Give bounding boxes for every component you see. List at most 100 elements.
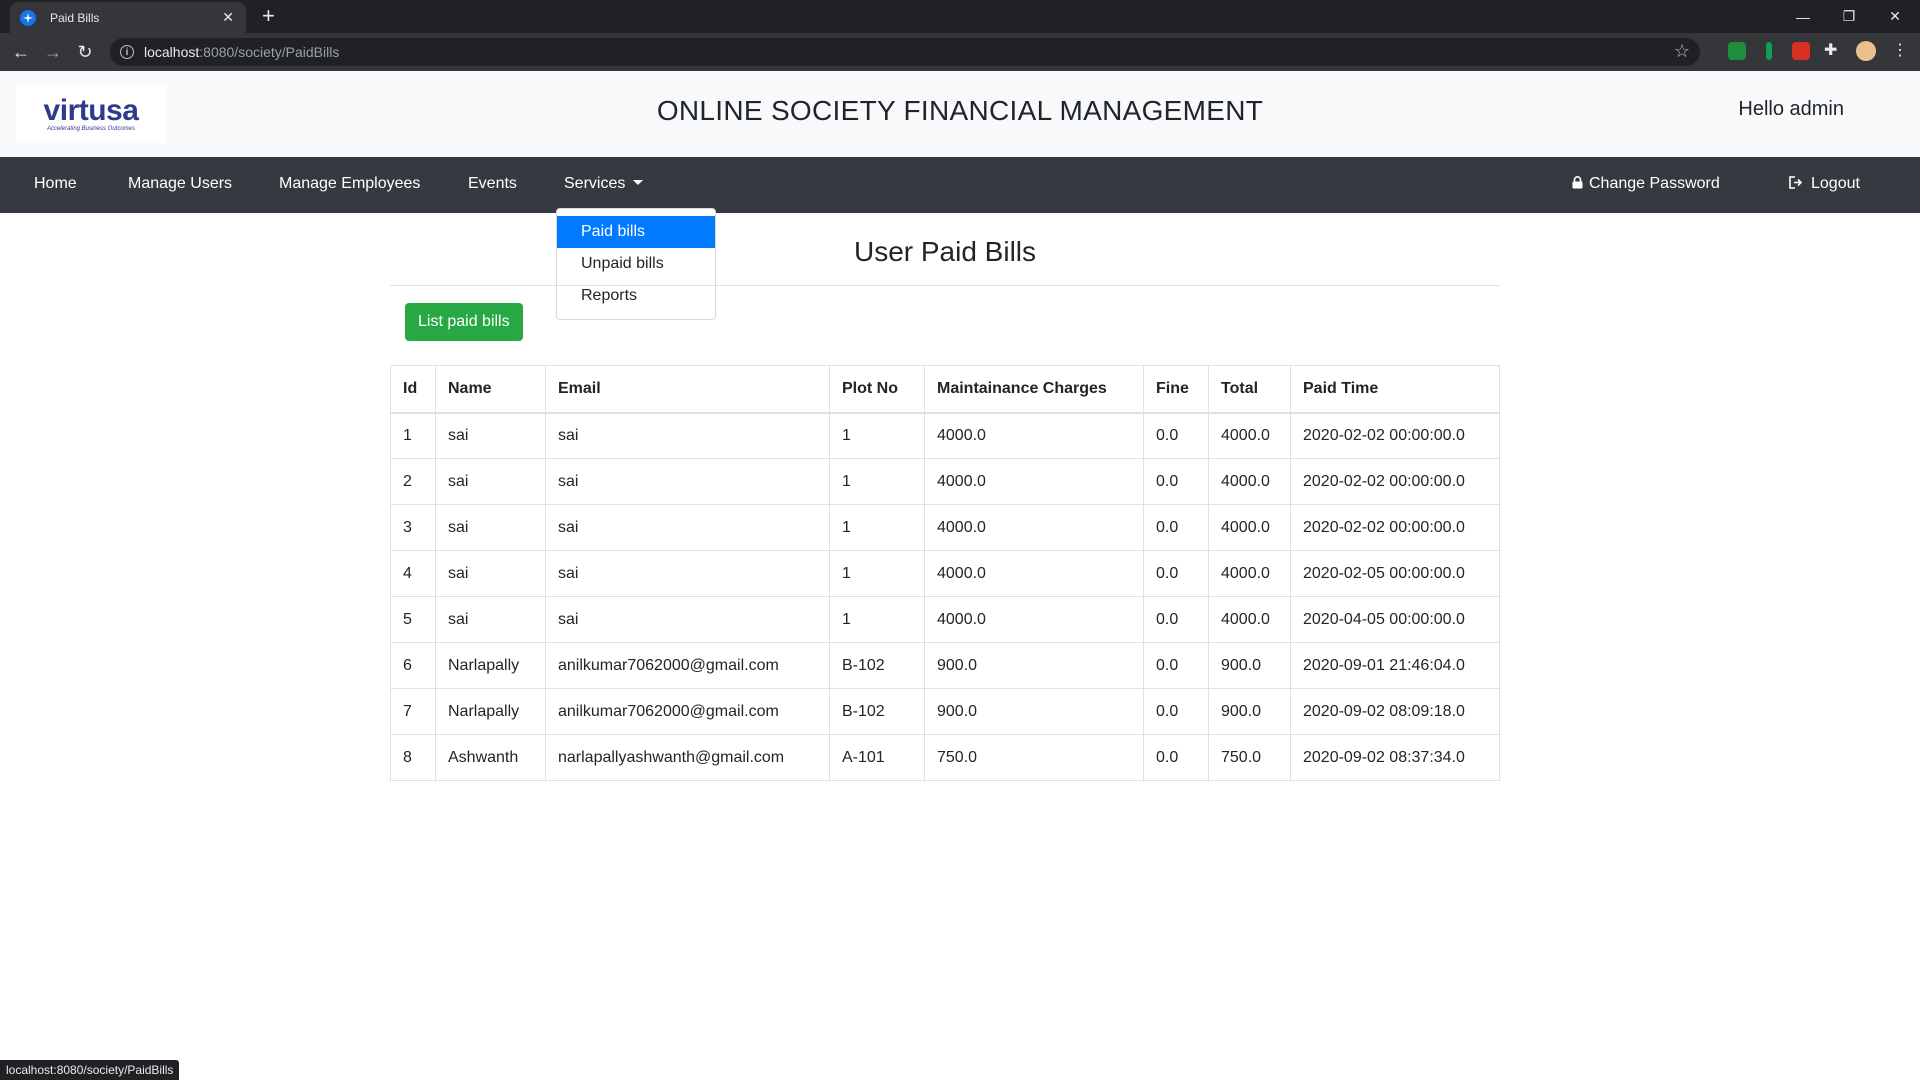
table-cell: 2020-02-02 00:00:00.0 [1290,458,1500,505]
table-cell: 2020-09-01 21:46:04.0 [1290,642,1500,689]
table-row: 6 Narlapally anilkumar7062000@gmail.com B-1… [390,642,1500,689]
table-cell: A-101 [829,734,925,781]
table-cell: 0.0 [1143,550,1209,597]
column-header: Plot No [829,365,925,414]
table-cell: 4000.0 [1208,412,1291,459]
table-cell: 900.0 [1208,688,1291,735]
change-password-label: Change Password [1589,175,1720,192]
table-cell: 0.0 [1143,504,1209,551]
browser-menu-icon[interactable]: ⋮ [1892,40,1910,59]
table-cell: 4000.0 [1208,504,1291,551]
browser-tab[interactable]: Paid Bills ✕ [10,2,246,33]
table-header-row: Id Name Email Plot No Maintainance Charg… [390,365,1500,414]
table-cell: 4 [390,550,436,597]
table-cell: 2 [390,458,436,505]
table-row: 3 sai sai 1 4000.0 0.0 4000.0 2020-02-02 00:00:… [390,504,1500,551]
table-cell: 1 [829,504,925,551]
extension-shield-icon[interactable] [1728,42,1746,60]
table-cell: sai [435,412,546,459]
table-cell: 0.0 [1143,688,1209,735]
table-cell: 0.0 [1143,642,1209,689]
table-row: 5 sai sai 1 4000.0 0.0 4000.0 2020-04-05 00:00:… [390,596,1500,643]
logout-icon [1789,176,1803,189]
table-cell: sai [435,458,546,505]
logout-label: Logout [1811,175,1860,192]
tab-close-icon[interactable]: ✕ [222,9,234,26]
nav-change-password[interactable]: Change Password [1572,175,1720,193]
site-favicon-icon [20,9,36,26]
extension-key-icon[interactable] [1766,42,1772,60]
browser-toolbar: ← → ↻ i localhost:8080/society/PaidBills… [0,33,1920,71]
extension-red-icon[interactable] [1792,42,1810,60]
profile-avatar[interactable] [1856,41,1876,61]
table-cell: 8 [390,734,436,781]
url-path: :8080/society/PaidBills [199,44,340,60]
site-info-icon[interactable]: i [120,45,134,59]
paid-bills-table: Id Name Email Plot No Maintainance Charg… [390,365,1500,781]
table-cell: narlapallyashwanth@gmail.com [545,734,830,781]
list-paid-bills-button[interactable]: List paid bills [405,303,523,341]
site-title: ONLINE SOCIETY FINANCIAL MANAGEMENT [656,95,1264,126]
title-divider [390,285,1500,286]
table-cell: 4000.0 [1208,550,1291,597]
table-cell: 0.0 [1143,412,1209,459]
column-header: Fine [1143,365,1209,414]
new-tab-icon[interactable]: + [262,4,275,28]
table-cell: 1 [829,458,925,505]
table-cell: sai [435,550,546,597]
lock-icon [1572,176,1583,189]
column-header: Paid Time [1290,365,1500,414]
nav-manage-users[interactable]: Manage Users [128,175,232,193]
table-cell: sai [545,596,830,643]
reload-icon[interactable]: ↻ [72,39,98,65]
table-cell: 1 [829,550,925,597]
nav-events[interactable]: Events [468,175,517,193]
table-cell: 0.0 [1143,596,1209,643]
table-cell: 5 [390,596,436,643]
close-window-icon[interactable]: ✕ [1872,0,1918,33]
table-cell: 4000.0 [1208,458,1291,505]
nav-logout[interactable]: Logout [1789,175,1860,193]
table-row: 2 sai sai 1 4000.0 0.0 4000.0 2020-02-02 00:00:… [390,458,1500,505]
table-cell: 750.0 [1208,734,1291,781]
extensions-puzzle-icon[interactable]: ✚ [1824,40,1842,59]
column-header: Name [435,365,546,414]
table-body: 1 sai sai 1 4000.0 0.0 4000.0 2020-02-02 00:00:… [390,412,1500,781]
table-cell: 2020-02-02 00:00:00.0 [1290,504,1500,551]
site-header: virtusa Accelerating Business Outcomes O… [0,71,1920,157]
restore-icon[interactable]: ❐ [1826,0,1872,33]
nav-services-label: Services [564,175,626,192]
table-cell: 4000.0 [924,458,1144,505]
nav-home[interactable]: Home [34,175,77,193]
table-cell: 2020-02-05 00:00:00.0 [1290,550,1500,597]
minimize-icon[interactable]: — [1780,0,1826,33]
table-cell: 6 [390,642,436,689]
main-navbar: Home Manage Users Manage Employees Event… [0,157,1920,213]
url-host: localhost [144,44,200,60]
bookmark-star-icon[interactable]: ☆ [1674,41,1690,62]
browser-tab-strip: Paid Bills ✕ + — ❐ ✕ [0,0,1920,33]
table-cell: 0.0 [1143,734,1209,781]
address-bar[interactable]: i localhost:8080/society/PaidBills ☆ [110,38,1700,66]
table-cell: 2020-09-02 08:37:34.0 [1290,734,1500,781]
nav-manage-employees[interactable]: Manage Employees [279,175,420,193]
table-cell: sai [545,458,830,505]
page-title: User Paid Bills [853,236,1037,267]
table-cell: Narlapally [435,688,546,735]
nav-services-dropdown[interactable]: Services [564,175,644,193]
table-cell: Ashwanth [435,734,546,781]
back-icon[interactable]: ← [8,39,34,65]
table-cell: sai [435,504,546,551]
table-cell: 2020-02-02 00:00:00.0 [1290,412,1500,459]
table-cell: anilkumar7062000@gmail.com [545,688,830,735]
table-cell: 900.0 [924,688,1144,735]
table-cell: 4000.0 [924,412,1144,459]
forward-icon[interactable]: → [40,39,66,65]
column-header: Email [545,365,830,414]
table-cell: 750.0 [924,734,1144,781]
table-cell: 0.0 [1143,458,1209,505]
table-cell: 2020-04-05 00:00:00.0 [1290,596,1500,643]
column-header: Maintainance Charges [924,365,1144,414]
table-cell: Narlapally [435,642,546,689]
table-cell: anilkumar7062000@gmail.com [545,642,830,689]
